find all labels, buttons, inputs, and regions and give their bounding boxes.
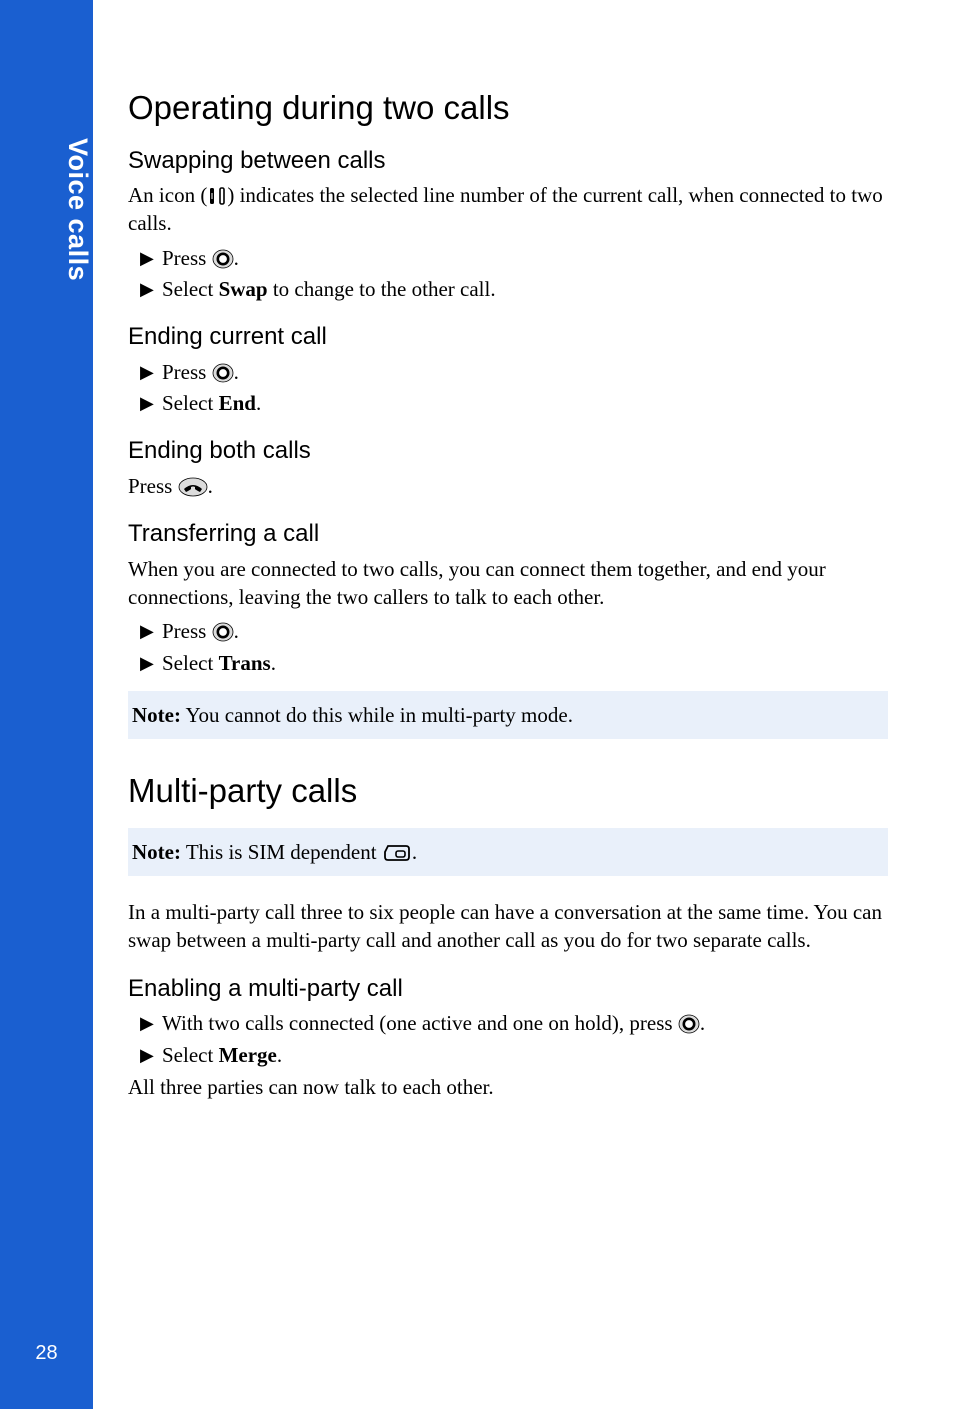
text: An icon (	[128, 183, 207, 207]
ok-button-icon	[212, 362, 234, 384]
text: .	[256, 391, 261, 415]
sidebar: Voice calls 28	[0, 0, 93, 1409]
step: ▶ Select End.	[140, 389, 888, 417]
bullet-icon: ▶	[140, 394, 162, 412]
multiparty-intro: In a multi-party call three to six peopl…	[128, 898, 888, 955]
step-text: Press .	[162, 617, 888, 645]
bullet-icon: ▶	[140, 654, 162, 672]
section-label: Voice calls	[0, 138, 93, 281]
heading-swapping: Swapping between calls	[128, 145, 888, 177]
text: to change to the other call.	[268, 277, 496, 301]
step: ▶ Select Trans.	[140, 649, 888, 677]
step-text: Select Merge.	[162, 1041, 888, 1069]
page-number: 28	[0, 1342, 93, 1365]
text: .	[208, 474, 213, 498]
step-text: Select Trans.	[162, 649, 888, 677]
bullet-icon: ▶	[140, 280, 162, 298]
bold-text: Swap	[219, 277, 268, 301]
bold-text: End	[219, 391, 256, 415]
note-label: Note:	[132, 703, 181, 727]
text: .	[234, 246, 239, 270]
bullet-icon: ▶	[140, 363, 162, 381]
step: ▶ Press .	[140, 358, 888, 386]
ok-button-icon	[678, 1013, 700, 1035]
step: ▶ With two calls connected (one active a…	[140, 1009, 888, 1037]
step: ▶ Press .	[140, 617, 888, 645]
bullet-icon: ▶	[140, 249, 162, 267]
text: Select	[162, 1043, 219, 1067]
end-call-icon	[178, 477, 208, 497]
text: .	[271, 651, 276, 675]
text: Select	[162, 651, 219, 675]
note-box: Note: This is SIM dependent .	[128, 828, 888, 876]
text: Select	[162, 391, 219, 415]
enabling-outro: All three parties can now talk to each o…	[128, 1073, 888, 1101]
heading-enabling: Enabling a multi-party call	[128, 973, 888, 1005]
page-content: Operating during two calls Swapping betw…	[128, 86, 888, 1107]
heading-operating: Operating during two calls	[128, 86, 888, 131]
note-text: This is SIM dependent	[181, 840, 382, 864]
text: ) indicates the selected line number of …	[128, 183, 883, 235]
bold-text: Merge	[219, 1043, 277, 1067]
text: .	[234, 619, 239, 643]
step-text: Select Swap to change to the other call.	[162, 275, 888, 303]
bold-text: Trans	[219, 651, 271, 675]
text: Select	[162, 277, 219, 301]
transferring-intro: When you are connected to two calls, you…	[128, 555, 888, 612]
note-text: .	[412, 840, 417, 864]
step: ▶ Select Swap to change to the other cal…	[140, 275, 888, 303]
step-text: Select End.	[162, 389, 888, 417]
text: .	[234, 360, 239, 384]
ok-button-icon	[212, 248, 234, 270]
bullet-icon: ▶	[140, 1014, 162, 1032]
text: With two calls connected (one active and…	[162, 1011, 678, 1035]
step-text: With two calls connected (one active and…	[162, 1009, 888, 1037]
bullet-icon: ▶	[140, 1046, 162, 1064]
step: ▶ Select Merge.	[140, 1041, 888, 1069]
step-text: Press .	[162, 244, 888, 272]
heading-ending-current: Ending current call	[128, 321, 888, 353]
bullet-icon: ▶	[140, 622, 162, 640]
text: .	[277, 1043, 282, 1067]
step: ▶ Press .	[140, 244, 888, 272]
line-number-icon	[207, 186, 227, 206]
swapping-intro: An icon () indicates the selected line n…	[128, 181, 888, 238]
step-text: Press .	[162, 358, 888, 386]
text: Press	[128, 474, 178, 498]
sim-card-icon	[382, 843, 412, 863]
note-box: Note: You cannot do this while in multi-…	[128, 691, 888, 739]
ending-both-line: Press .	[128, 472, 888, 500]
heading-multiparty: Multi-party calls	[128, 769, 888, 814]
text: Press	[162, 246, 212, 270]
text: Press	[162, 360, 212, 384]
note-text: You cannot do this while in multi-party …	[181, 703, 573, 727]
text: .	[700, 1011, 705, 1035]
heading-ending-both: Ending both calls	[128, 435, 888, 467]
text: Press	[162, 619, 212, 643]
heading-transferring: Transferring a call	[128, 518, 888, 550]
ok-button-icon	[212, 621, 234, 643]
note-label: Note:	[132, 840, 181, 864]
